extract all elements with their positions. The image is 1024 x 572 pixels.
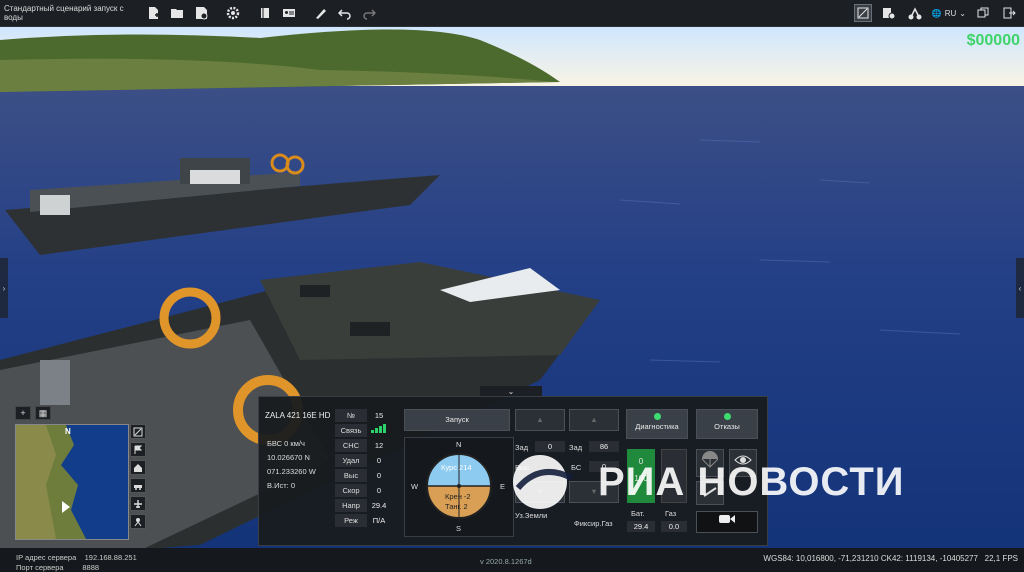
chevron-right-icon: › xyxy=(2,283,6,293)
param-table: № 15 Связь СНС 12 Удал 0 Выс 0 Скор 0 Напр 29.… xyxy=(335,409,391,529)
video-camera-icon xyxy=(719,515,735,523)
battery-value: 29.4 xyxy=(627,521,655,532)
diagnostics-button[interactable]: Диагностика xyxy=(626,409,688,439)
zad2-value[interactable]: 86 xyxy=(589,441,619,452)
vehicle-icon[interactable] xyxy=(130,478,146,493)
right-panel-toggle[interactable]: ‹ xyxy=(1016,258,1024,318)
open-folder-icon[interactable] xyxy=(168,4,186,22)
coordinates-fps: WGS84: 10,016800, -71,231210 CK42: 11191… xyxy=(763,554,1018,563)
attitude-indicator: N S W E Курс 214 Крен -2 Танг. 2 xyxy=(404,437,514,537)
save-file-icon[interactable] xyxy=(192,4,210,22)
launch-button[interactable]: Запуск xyxy=(404,409,510,431)
param-row: СНС 12 xyxy=(335,439,391,452)
fix-throttle-label[interactable]: Фиксир.Газ xyxy=(574,519,613,528)
language-selector[interactable]: 🌐 RU ⌄ xyxy=(932,9,966,18)
param-row: Реж П/А xyxy=(335,514,391,527)
arrow-up-icon: ▲ xyxy=(590,415,598,424)
param-row: Связь xyxy=(335,424,391,437)
exit-icon[interactable] xyxy=(1000,4,1018,22)
param-row: № 15 xyxy=(335,409,391,422)
minimap-north-label: N xyxy=(65,427,71,436)
status-led-icon xyxy=(653,413,661,420)
param-row: Напр 29.4 xyxy=(335,499,391,512)
land-lock-label[interactable]: Уз.Земли xyxy=(515,511,547,520)
minimap[interactable]: N xyxy=(15,424,129,540)
chevron-left-icon: ‹ xyxy=(1018,283,1022,293)
camera-record-button[interactable] xyxy=(696,511,758,533)
zad2-label: Зад xyxy=(569,443,583,452)
telemetry-lon: 071.233260 W xyxy=(267,467,316,476)
telemetry-speed: БВС 0 км/ч xyxy=(267,439,305,448)
home-icon[interactable] xyxy=(130,460,146,475)
telemetry-source: В.Ист: 0 xyxy=(267,481,296,490)
param-row: Выс 0 xyxy=(335,469,391,482)
param-row: Удал 0 xyxy=(335,454,391,467)
chevron-down-icon: ⌄ xyxy=(959,8,966,18)
arrow-up-button[interactable]: ▲ xyxy=(515,409,565,431)
flag-icon[interactable] xyxy=(130,442,146,457)
watermark: РИА НОВОСТИ xyxy=(510,452,905,512)
version-label: v 2020.8.1267d xyxy=(480,557,532,566)
brush-icon[interactable] xyxy=(312,4,330,22)
globe-icon: 🌐 xyxy=(931,8,942,18)
pitch-readout: Танг. 2 xyxy=(445,502,468,511)
param-row: Скор 0 xyxy=(335,484,391,497)
failures-label: Отказы xyxy=(714,422,740,431)
zad1-value[interactable]: 0 xyxy=(535,441,565,452)
window-restore-icon[interactable] xyxy=(974,4,992,22)
watermark-text: РИА НОВОСТИ xyxy=(598,459,905,504)
minimap-controls: + ▦ xyxy=(15,406,51,420)
language-code: RU xyxy=(944,8,957,18)
course-readout: Курс 214 xyxy=(441,463,472,472)
ria-logo-icon xyxy=(513,455,574,509)
status-led-icon xyxy=(723,413,731,420)
arrow-up-button-2[interactable]: ▲ xyxy=(569,409,619,431)
undo-icon[interactable] xyxy=(336,4,354,22)
redo-icon[interactable] xyxy=(360,4,378,22)
failures-button[interactable]: Отказы xyxy=(696,409,758,439)
server-ip: IP адрес сервера 192.168.88.251 xyxy=(16,553,137,562)
diagnostics-label: Диагностика xyxy=(635,422,679,431)
compass-east: E xyxy=(500,482,506,491)
top-toolbar: Стандартный сценарий запуск с воды 🌐 RU … xyxy=(0,0,1024,27)
uav-name: ZALA 421 16E HD xyxy=(265,411,331,420)
telemetry-lat: 10.026670 N xyxy=(267,453,310,462)
settings-gear-icon[interactable] xyxy=(224,4,242,22)
book-icon[interactable] xyxy=(256,4,274,22)
arrow-up-icon: ▲ xyxy=(536,415,544,424)
zad1-label: Зад xyxy=(515,443,529,452)
minimap-terrain xyxy=(16,425,86,539)
compass-north: N xyxy=(456,440,462,449)
horizon-dial xyxy=(426,452,492,522)
roll-readout: Крен -2 xyxy=(445,492,471,501)
new-file-icon[interactable] xyxy=(144,4,162,22)
zoom-in-button[interactable]: + xyxy=(15,406,31,420)
compass-south: S xyxy=(456,524,462,533)
compass-west: W xyxy=(411,482,419,491)
checker-icon[interactable]: ▦ xyxy=(35,406,51,420)
scenario-title: Стандартный сценарий запуск с воды xyxy=(4,4,124,22)
person-card-icon[interactable] xyxy=(280,4,298,22)
chevron-down-icon: ⌄ xyxy=(507,387,515,396)
signal-strength-icon xyxy=(371,424,386,433)
drone-tool-icon[interactable] xyxy=(906,4,924,22)
money-balance: $00000 xyxy=(966,32,1020,49)
map-mode-toggle-icon[interactable] xyxy=(130,424,146,439)
layers-icon[interactable] xyxy=(880,4,898,22)
server-port: Порт сервера 8888 xyxy=(16,563,100,572)
left-panel-toggle[interactable]: › xyxy=(0,258,8,318)
aircraft-icon[interactable] xyxy=(130,496,146,511)
map-tools xyxy=(130,424,146,529)
map-mode-icon[interactable] xyxy=(853,4,872,22)
gas-value: 0.0 xyxy=(661,521,687,532)
operator-icon[interactable] xyxy=(130,514,146,529)
